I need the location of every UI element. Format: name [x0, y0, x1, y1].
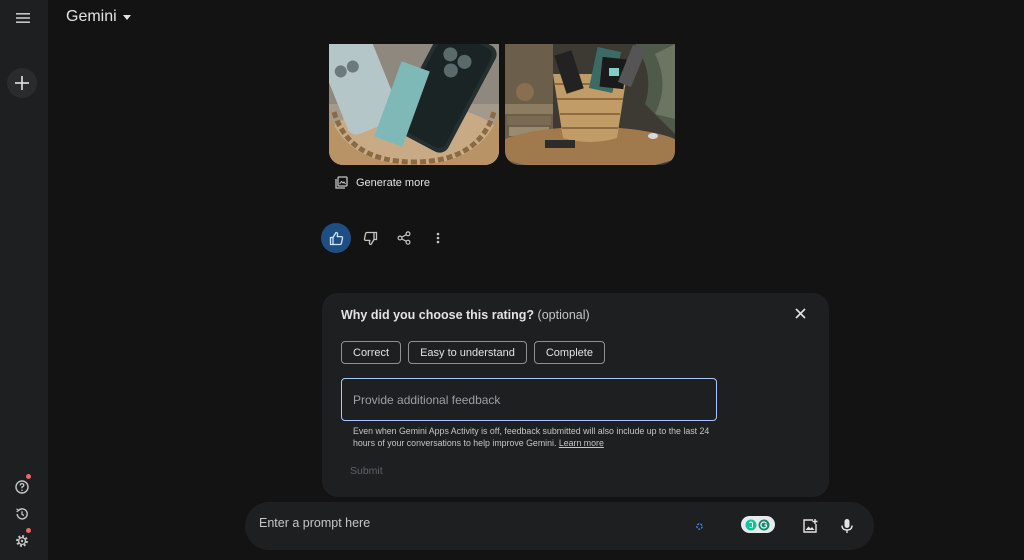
new-chat-button[interactable]: [7, 68, 37, 98]
submit-feedback-button[interactable]: Submit: [350, 465, 383, 477]
grammarly-widget[interactable]: [741, 516, 775, 533]
share-button[interactable]: [389, 223, 419, 253]
app-title: Gemini: [66, 8, 117, 25]
thumbs-up-button[interactable]: [321, 223, 351, 253]
rating-reason-chips: Correct Easy to understand Complete: [341, 341, 605, 364]
feedback-optional-label: (optional): [537, 308, 590, 322]
microphone-button[interactable]: [837, 516, 857, 536]
microphone-icon: [841, 519, 853, 533]
feedback-input[interactable]: [341, 378, 717, 421]
history-icon: [16, 508, 28, 520]
generate-more-button[interactable]: Generate more: [335, 176, 430, 189]
thumbs-down-icon: [363, 231, 377, 245]
activity-button[interactable]: [12, 504, 32, 524]
grammarly-icon: [745, 519, 770, 530]
add-photo-icon: [803, 519, 818, 533]
generated-image-1[interactable]: [329, 44, 499, 165]
sidebar: [0, 0, 48, 560]
thumbs-down-button[interactable]: [355, 223, 385, 253]
response-actions: [321, 223, 457, 253]
settings-button[interactable]: [12, 528, 32, 551]
generated-image-2[interactable]: [505, 44, 675, 165]
upload-image-button[interactable]: [800, 516, 820, 536]
caret-down-icon: [122, 14, 131, 20]
model-selector[interactable]: Gemini: [66, 8, 131, 26]
stacked-images-icon: [335, 176, 348, 189]
chip-easy-to-understand[interactable]: Easy to understand: [408, 341, 527, 364]
feedback-panel: Why did you choose this rating? (optiona…: [322, 293, 829, 497]
feedback-title: Why did you choose this rating? (optiona…: [341, 308, 590, 322]
more-vert-icon: [436, 232, 440, 244]
more-options-button[interactable]: [423, 223, 453, 253]
prompt-input[interactable]: Enter a prompt here: [259, 516, 370, 530]
spinner-icon: [696, 523, 703, 530]
chip-correct[interactable]: Correct: [341, 341, 402, 364]
thumbs-up-icon: [329, 231, 343, 245]
generate-more-label: Generate more: [356, 176, 430, 189]
notification-dot: [26, 528, 31, 533]
notification-dot: [26, 474, 31, 479]
prompt-bar: Enter a prompt here: [245, 502, 874, 550]
close-feedback-button[interactable]: [791, 304, 809, 322]
gear-icon: [16, 535, 28, 547]
close-icon: [794, 307, 806, 319]
disclaimer-text: Even when Gemini Apps Activity is off, f…: [353, 426, 710, 448]
share-icon: [397, 231, 411, 245]
menu-icon: [16, 13, 30, 23]
help-button[interactable]: [12, 474, 32, 497]
feedback-question: Why did you choose this rating?: [341, 308, 535, 322]
main-menu-button[interactable]: [12, 7, 34, 29]
feedback-disclaimer: Even when Gemini Apps Activity is off, f…: [353, 425, 713, 449]
chip-complete[interactable]: Complete: [533, 341, 605, 364]
help-icon: [15, 480, 29, 494]
learn-more-link[interactable]: Learn more: [559, 438, 604, 448]
plus-icon: [15, 76, 29, 90]
